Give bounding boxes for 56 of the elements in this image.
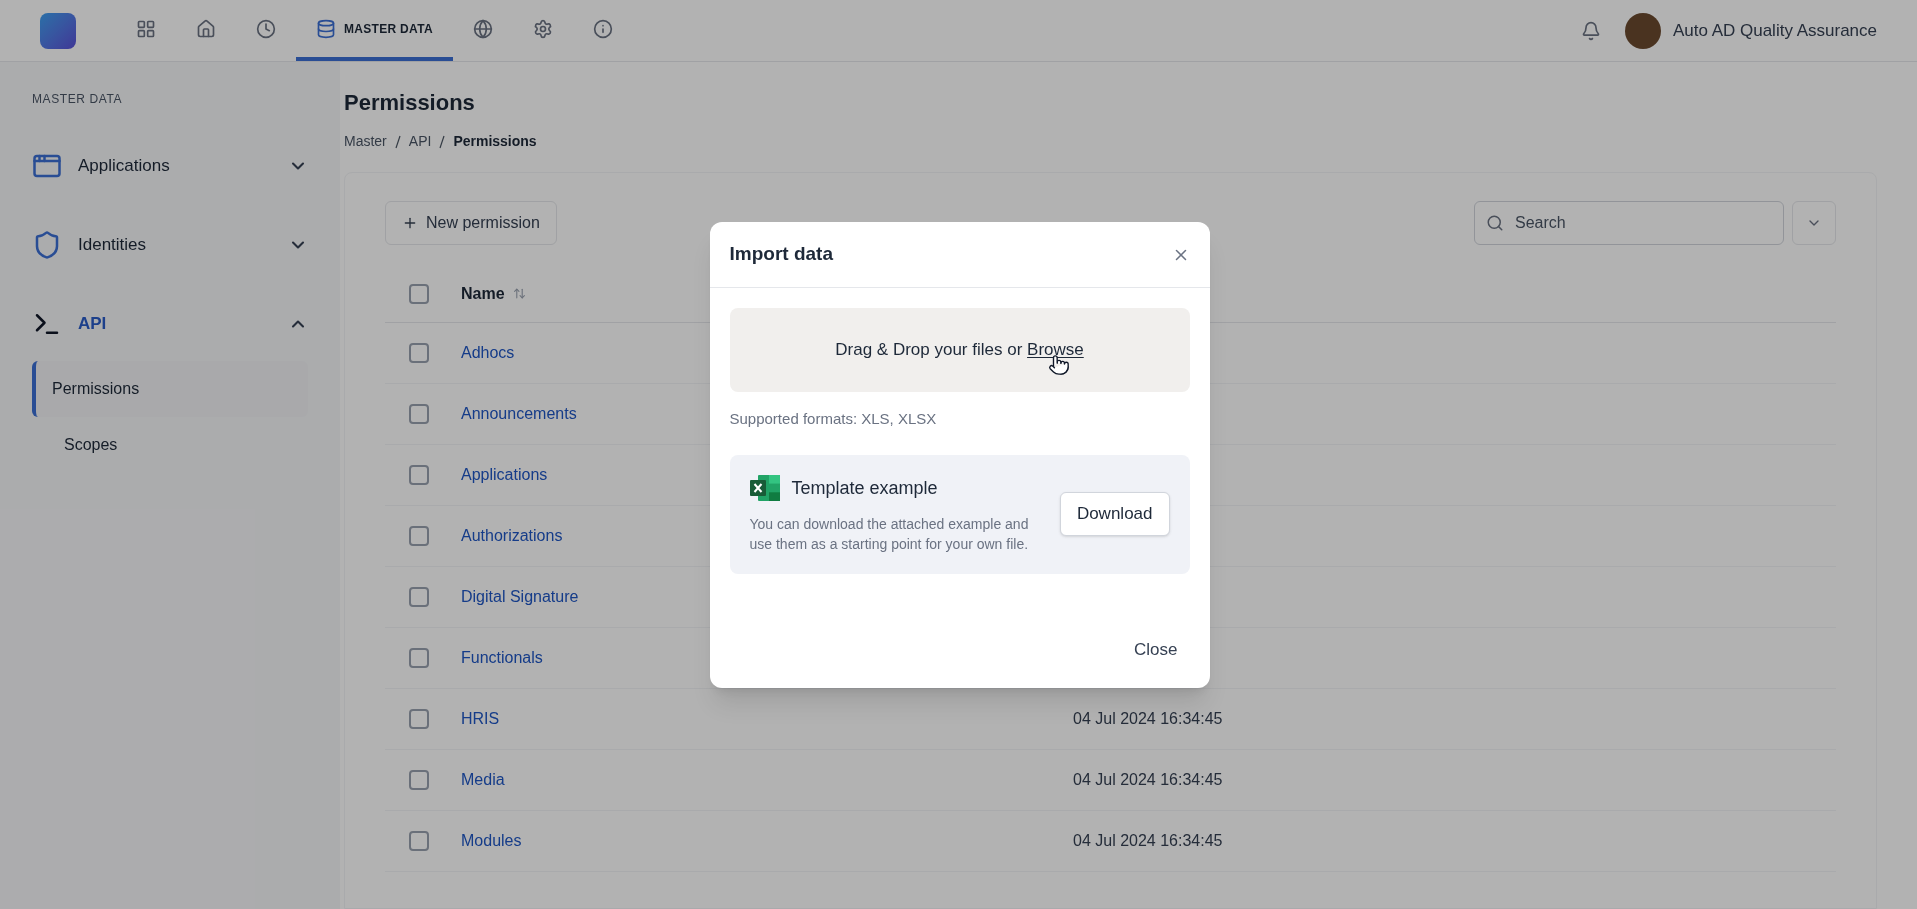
hand-pointer-icon <box>1047 354 1070 376</box>
column-header[interactable]: Name <box>461 281 526 306</box>
search-field[interactable]: Search <box>1474 201 1784 245</box>
checkbox[interactable] <box>409 709 429 729</box>
globe-icon <box>472 18 493 39</box>
table-cell-text: 04 Jul 2024 16:34:45 <box>1073 770 1223 790</box>
search-icon <box>1486 214 1504 232</box>
dropdown-button[interactable] <box>1792 201 1836 245</box>
app-logo-icon <box>40 12 76 49</box>
checkbox[interactable] <box>409 283 429 304</box>
close-button[interactable]: Close <box>1126 632 1186 668</box>
info-icon <box>592 18 613 39</box>
sidebar-group[interactable]: Applications <box>0 128 340 203</box>
supported-formats: Supported formats: XLS, XLSX <box>729 409 938 429</box>
checkbox[interactable] <box>409 404 429 424</box>
grid-icon <box>136 18 156 39</box>
permission-link[interactable]: Media <box>461 768 1041 792</box>
user-name: Auto AD Quality Assurance <box>1672 19 1877 42</box>
drop-zone[interactable]: Drag & Drop your files or Browse <box>729 308 1190 392</box>
page-title: Permissions <box>344 89 476 117</box>
database-icon <box>316 18 336 39</box>
sidebar-item[interactable]: Scopes <box>32 417 308 473</box>
separator-icon <box>394 134 401 149</box>
breadcrumb-item: Permissions <box>453 132 537 151</box>
avatar[interactable] <box>1624 12 1661 49</box>
breadcrumb-item[interactable]: Master <box>344 131 387 152</box>
table-cell-text: 04 Jul 2024 16:34:45 <box>1073 831 1223 851</box>
bell-icon[interactable] <box>1580 20 1601 41</box>
table-cell-text: 04 Jul 2024 16:34:45 <box>1073 709 1223 729</box>
checkbox[interactable] <box>409 526 429 546</box>
checkbox[interactable] <box>409 770 429 790</box>
template-description: You can download the attached example and use them as a starting point for your own file. <box>749 514 1030 554</box>
checkbox[interactable] <box>409 648 429 668</box>
permission-link[interactable]: HRIS <box>461 707 1041 731</box>
plus-icon <box>402 215 418 231</box>
new-permission-button[interactable]: New permission <box>385 201 557 245</box>
home-icon <box>196 18 216 39</box>
template-title: Template example <box>791 476 938 500</box>
settings-icon <box>532 18 553 39</box>
separator-icon <box>439 134 446 149</box>
checkbox[interactable] <box>409 465 429 485</box>
sidebar-group[interactable]: API <box>0 286 340 361</box>
checkbox[interactable] <box>409 343 429 363</box>
dialog-title: Import data <box>729 242 833 267</box>
drop-zone-text: Drag & Drop your files or Browse <box>835 339 1084 362</box>
sort-icon <box>512 287 526 300</box>
clock-icon <box>256 18 276 39</box>
spreadsheet-icon <box>749 475 780 501</box>
sidebar-group[interactable]: Identities <box>0 207 340 282</box>
checkbox[interactable] <box>409 587 429 607</box>
download-button[interactable]: Download <box>1059 492 1170 536</box>
breadcrumb-item[interactable]: API <box>408 131 432 152</box>
browse-link[interactable]: Browse <box>1027 340 1084 360</box>
permission-link[interactable]: Modules <box>461 829 1041 853</box>
sidebar-heading: MASTER DATA <box>31 91 124 108</box>
checkbox[interactable] <box>409 831 429 851</box>
